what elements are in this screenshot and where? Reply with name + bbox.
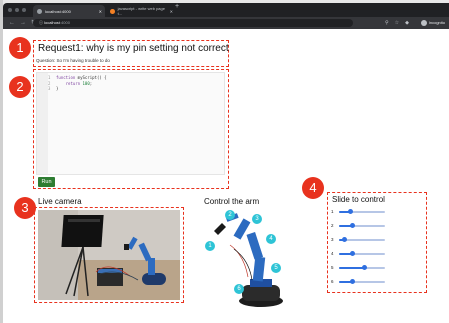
slider-annotation-box bbox=[327, 192, 427, 293]
slider-track[interactable] bbox=[339, 223, 385, 228]
browser-toolbar: ← → ↻ ⓘ localhost:4000 ⚲ ☆ ◆ Incognito bbox=[3, 17, 449, 29]
forward-icon[interactable]: → bbox=[20, 19, 26, 27]
joint-marker-3[interactable]: 3 bbox=[252, 214, 262, 224]
slider-handle[interactable] bbox=[350, 223, 356, 228]
slider-row-6: 6 bbox=[331, 279, 385, 284]
zoom-icon[interactable]: ⚲ bbox=[385, 19, 389, 27]
slider-row-5: 5 bbox=[331, 265, 385, 270]
stackoverflow-icon bbox=[110, 8, 115, 14]
nav-buttons: ← → ↻ bbox=[9, 19, 36, 27]
slider-track[interactable] bbox=[339, 251, 385, 256]
slider-row-4: 4 bbox=[331, 251, 385, 256]
tab-label: javascript - write web page t... bbox=[117, 6, 165, 16]
toolbar-icons: ⚲ ☆ ◆ bbox=[385, 19, 409, 27]
slider-label: 3 bbox=[331, 237, 334, 242]
slider-label: 6 bbox=[331, 279, 334, 284]
slider-row-1: 1 bbox=[331, 209, 385, 214]
code-token: } bbox=[56, 86, 59, 91]
slider-title: Slide to control bbox=[332, 195, 385, 204]
camera-image bbox=[38, 210, 180, 300]
slider-track[interactable] bbox=[339, 209, 385, 214]
robot-arm-diagram bbox=[204, 205, 296, 309]
slider-handle[interactable] bbox=[348, 209, 353, 214]
window-controls[interactable] bbox=[8, 8, 26, 12]
joint-marker-6[interactable]: 6 bbox=[234, 284, 244, 294]
incognito-indicator[interactable]: Incognito bbox=[420, 19, 445, 27]
slider-row-2: 2 bbox=[331, 223, 385, 228]
address-bar[interactable]: ⓘ localhost:4000 bbox=[33, 19, 353, 27]
slider-label: 4 bbox=[331, 251, 334, 256]
editor-gutter bbox=[37, 73, 48, 174]
annotation-badge-3: 3 bbox=[14, 197, 36, 219]
annotation-badge-4: 4 bbox=[302, 177, 324, 199]
incognito-icon bbox=[420, 20, 427, 26]
code-line: 3} bbox=[48, 86, 107, 92]
run-button[interactable]: Run bbox=[38, 177, 55, 187]
annotation-badge-2: 2 bbox=[9, 76, 31, 98]
incognito-label: Incognito bbox=[428, 20, 445, 25]
slider-row-3: 3 bbox=[331, 237, 385, 242]
slider-track[interactable] bbox=[339, 237, 385, 242]
slider-label: 1 bbox=[331, 209, 334, 214]
slider-fill bbox=[339, 266, 365, 269]
tab-localhost[interactable]: localhost:4000 ✕ bbox=[33, 5, 105, 17]
tab-bar: localhost:4000 ✕ javascript - write web … bbox=[3, 3, 449, 17]
close-tab-icon[interactable]: ✕ bbox=[170, 9, 173, 14]
robot-arm-image bbox=[214, 213, 283, 307]
joint-marker-2[interactable]: 2 bbox=[225, 210, 235, 220]
slider-label: 5 bbox=[331, 265, 334, 270]
star-icon[interactable]: ☆ bbox=[395, 19, 399, 27]
close-tab-icon[interactable]: ✕ bbox=[99, 9, 102, 14]
code-keyword: return bbox=[65, 80, 81, 86]
joint-marker-5[interactable]: 5 bbox=[271, 263, 281, 273]
extension-icon[interactable]: ◆ bbox=[405, 19, 409, 27]
slider-handle[interactable] bbox=[361, 265, 367, 270]
url-host: localhost bbox=[44, 20, 60, 25]
line-number: 3 bbox=[48, 86, 51, 91]
code-token: ; bbox=[89, 80, 93, 86]
annotation-badge-1: 1 bbox=[9, 37, 31, 59]
code-number: 100 bbox=[82, 80, 90, 86]
slider-label: 2 bbox=[331, 223, 334, 228]
new-tab-icon[interactable]: + bbox=[175, 3, 179, 11]
slider-track[interactable] bbox=[339, 279, 385, 284]
back-icon[interactable]: ← bbox=[9, 19, 15, 27]
code-text[interactable]: 1 function myScript() { 2 return 100; 3} bbox=[48, 75, 107, 92]
joint-marker-1[interactable]: 1 bbox=[205, 241, 215, 251]
joint-marker-4[interactable]: 4 bbox=[266, 234, 276, 244]
slider-handle[interactable] bbox=[350, 251, 356, 256]
code-token: myScript() { bbox=[75, 75, 107, 80]
url-port: :4000 bbox=[59, 20, 70, 25]
slider-handle[interactable] bbox=[342, 237, 348, 242]
code-keyword: function bbox=[56, 75, 76, 80]
code-editor[interactable]: 1 function myScript() { 2 return 100; 3} bbox=[36, 72, 225, 175]
globe-icon bbox=[37, 8, 42, 14]
tab-label: localhost:4000 bbox=[45, 8, 71, 14]
camera-title: Live camera bbox=[38, 197, 82, 206]
request-question: Question: So I'm having trouble to do bbox=[36, 58, 110, 63]
slider-track[interactable] bbox=[339, 265, 385, 270]
live-camera-feed bbox=[38, 210, 180, 300]
slider-handle[interactable] bbox=[350, 279, 356, 284]
request-title: Request1: why is my pin setting not corr… bbox=[38, 43, 229, 54]
browser-window: localhost:4000 ✕ javascript - write web … bbox=[0, 0, 449, 323]
tab-stackoverflow[interactable]: javascript - write web page t... ✕ bbox=[106, 5, 176, 17]
